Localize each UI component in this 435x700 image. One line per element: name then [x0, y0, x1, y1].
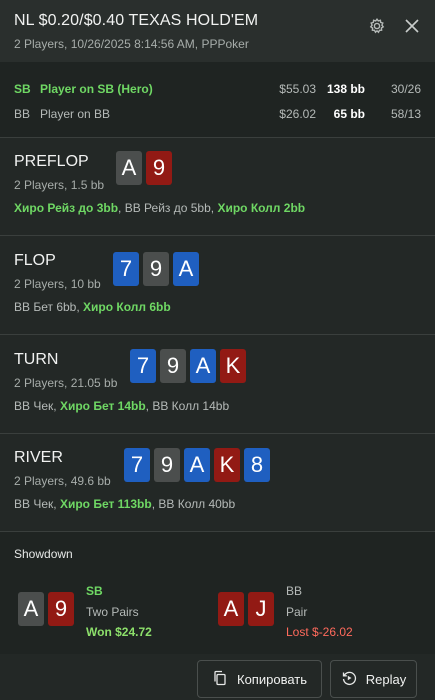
playing-card: 9	[48, 592, 74, 626]
players-panel: SB Player on SB (Hero) $55.03 138 bb 30/…	[0, 62, 435, 138]
playing-card: 7	[130, 349, 156, 383]
street-info: 2 Players, 49.6 bb	[14, 474, 111, 488]
street-cards: 79AK8	[124, 448, 270, 482]
street-info: 2 Players, 1.5 bb	[14, 178, 105, 192]
action-item: BB Рейз до 5bb	[124, 201, 211, 215]
action-item: Хиро Рейз до 3bb	[14, 201, 119, 215]
copy-button-label: Копировать	[237, 671, 307, 687]
street-cards: 79A	[113, 252, 199, 286]
playing-card: J	[248, 592, 274, 626]
showdown-panel: Showdown A9 SB Two Pairs Won $24.72 AJ B…	[0, 532, 435, 654]
action-item: Хиро Бет 14bb	[59, 399, 146, 413]
street-name: RIVER	[14, 449, 63, 466]
street-actions: BB Бет 6bb, Хиро Колл 6bb	[14, 300, 171, 314]
action-item: Хиро Бет 113bb	[59, 497, 152, 511]
close-icon[interactable]	[402, 16, 422, 36]
hand-subtitle: 2 Players, 10/26/2025 8:14:56 AM, PPPoke…	[14, 37, 249, 51]
street-turn: TURN 2 Players, 21.05 bb 79AK BB Чек, Хи…	[0, 336, 435, 434]
hand-header: NL $0.20/$0.40 TEXAS HOLD'EM 2 Players, …	[0, 0, 435, 62]
player-stack-bb: 138 bb	[326, 82, 365, 96]
replay-icon	[341, 670, 357, 689]
copy-button[interactable]: Копировать	[197, 660, 322, 698]
street-river: RIVER 2 Players, 49.6 bb 79AK8 BB Чек, Х…	[0, 434, 435, 532]
showdown-cards-villain: AJ	[218, 592, 274, 626]
playing-card: A	[18, 592, 44, 626]
street-preflop: PREFLOP 2 Players, 1.5 bb A9 Хиро Рейз д…	[0, 138, 435, 236]
copy-icon	[212, 670, 228, 689]
player-stack-bb: 65 bb	[333, 107, 365, 121]
player-position: BB	[14, 107, 31, 121]
playing-card: 9	[146, 151, 172, 185]
showdown-combination: Pair	[286, 605, 308, 619]
player-position: SB	[14, 82, 31, 96]
street-actions: Хиро Рейз до 3bb, BB Рейз до 5bb, Хиро К…	[14, 201, 306, 215]
player-name: Player on BB	[40, 107, 111, 121]
player-row-hero: SB Player on SB (Hero) $55.03 138 bb 30/…	[0, 79, 435, 99]
showdown-position: BB	[286, 584, 303, 598]
playing-card: 8	[244, 448, 270, 482]
hand-title: NL $0.20/$0.40 TEXAS HOLD'EM	[14, 12, 259, 29]
showdown-result: Won $24.72	[86, 625, 152, 639]
street-info: 2 Players, 21.05 bb	[14, 376, 118, 390]
player-name: Player on SB (Hero)	[40, 82, 153, 96]
street-cards: A9	[116, 151, 172, 185]
street-actions: BB Чек, Хиро Бет 14bb, BB Колл 14bb	[14, 399, 230, 413]
playing-card: K	[214, 448, 240, 482]
playing-card: A	[184, 448, 210, 482]
street-flop: FLOP 2 Players, 10 bb 79A BB Бет 6bb, Хи…	[0, 237, 435, 335]
street-name: FLOP	[14, 252, 56, 269]
player-stats: 30/26	[390, 82, 421, 96]
street-name: PREFLOP	[14, 153, 89, 170]
showdown-title: Showdown	[14, 547, 73, 561]
playing-card: A	[190, 349, 216, 383]
replay-button[interactable]: Replay	[330, 660, 417, 698]
playing-card: K	[220, 349, 246, 383]
street-name: TURN	[14, 351, 59, 368]
playing-card: 7	[113, 252, 139, 286]
playing-card: A	[173, 252, 199, 286]
replay-button-label: Replay	[365, 671, 407, 687]
footer-bar: Копировать Replay	[0, 654, 435, 700]
player-stack-money: $55.03	[279, 82, 316, 96]
street-cards: 79AK	[130, 349, 246, 383]
player-stack-money: $26.02	[279, 107, 316, 121]
playing-card: A	[116, 151, 142, 185]
player-stats: 58/13	[390, 107, 421, 121]
gear-icon[interactable]	[367, 16, 387, 36]
action-item: BB Колл 14bb	[152, 399, 230, 413]
street-actions: BB Чек, Хиро Бет 113bb, BB Колл 40bb	[14, 497, 236, 511]
showdown-result: Lost $-26.02	[286, 625, 353, 639]
action-item: BB Чек	[14, 399, 54, 413]
showdown-cards-hero: A9	[18, 592, 74, 626]
street-info: 2 Players, 10 bb	[14, 277, 101, 291]
action-item: BB Бет 6bb	[14, 300, 77, 314]
action-item: BB Колл 40bb	[158, 497, 236, 511]
action-item: Хиро Колл 6bb	[83, 300, 171, 314]
playing-card: 9	[160, 349, 186, 383]
action-item: BB Чек	[14, 497, 54, 511]
playing-card: 7	[124, 448, 150, 482]
showdown-position: SB	[86, 584, 103, 598]
playing-card: A	[218, 592, 244, 626]
showdown-combination: Two Pairs	[86, 605, 139, 619]
playing-card: 9	[154, 448, 180, 482]
playing-card: 9	[143, 252, 169, 286]
action-item: Хиро Колл 2bb	[217, 201, 306, 215]
player-row-villain: BB Player on BB $26.02 65 bb 58/13	[0, 104, 435, 124]
